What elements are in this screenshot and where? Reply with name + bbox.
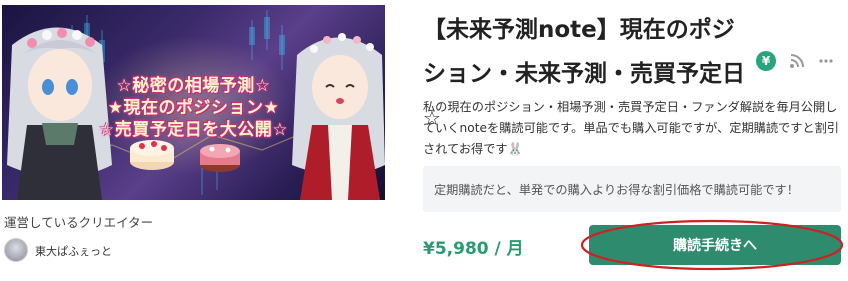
creator-heading: 運営しているクリエイター: [4, 215, 154, 230]
magazine-banner[interactable]: ☆秘密の相場予測☆ ★現在のポジション★ ☆売買予定日を大公開☆: [2, 5, 385, 200]
more-icon[interactable]: [818, 53, 834, 69]
subscribe-button[interactable]: 購読手続きへ: [589, 225, 841, 265]
price-label: ¥5,980 / 月: [423, 239, 524, 259]
magazine-title-text: 【未来予測note】現在のポジション・未来予測・売買予定日: [423, 17, 745, 87]
creator-avatar[interactable]: [4, 238, 28, 262]
magazine-description: 私の現在のポジション・相場予測・売買予定日・ファンダ解説を毎月公開していくnot…: [423, 100, 839, 156]
banner-caption-3: ☆売買予定日を大公開☆: [99, 120, 288, 140]
creator-name[interactable]: 東大ぱふぇっと: [35, 243, 112, 259]
rss-icon[interactable]: [789, 53, 805, 69]
subscription-notice: 定期購読だと、単発での購入よりお得な割引価格で購読可能です！: [423, 166, 841, 212]
yen-coin-icon[interactable]: ¥: [756, 51, 776, 71]
